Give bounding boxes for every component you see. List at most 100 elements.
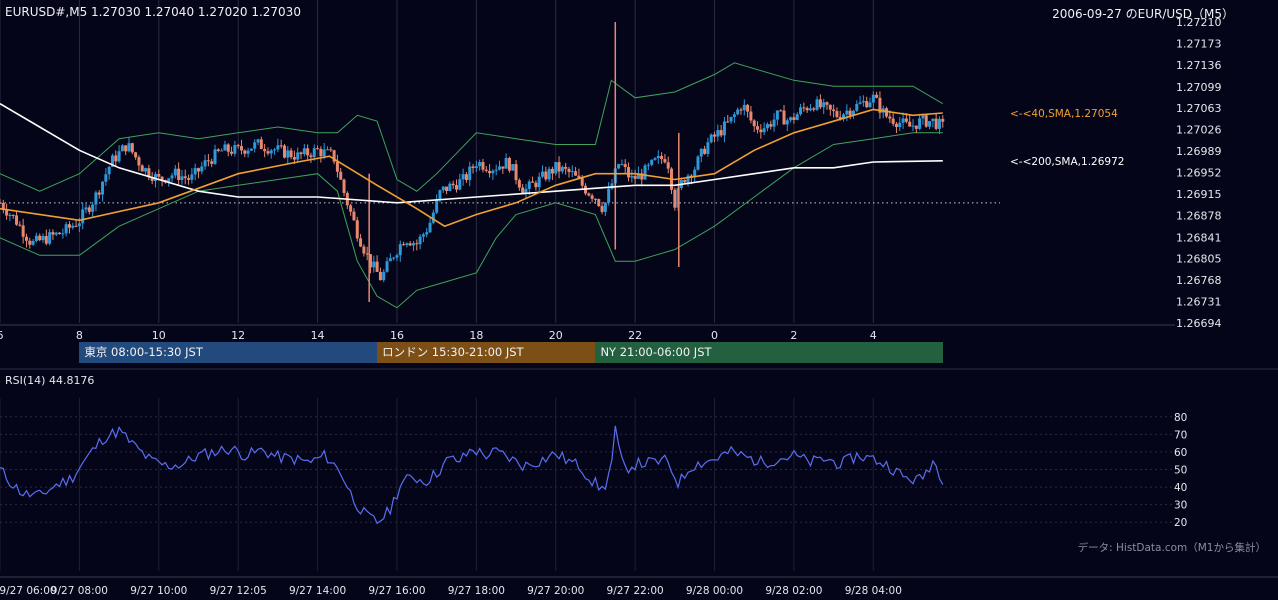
candle-body	[593, 198, 597, 200]
rsi-time-label: 9/27 20:00	[527, 585, 584, 597]
price-tick-label: 1.27063	[1176, 102, 1222, 115]
candle-body	[590, 195, 594, 199]
candle-body	[372, 261, 376, 268]
candle-body	[335, 161, 339, 172]
candle-body	[567, 168, 571, 172]
candle-body	[630, 175, 634, 178]
candle-body	[574, 171, 578, 176]
candle-body	[488, 170, 492, 174]
candle-body	[362, 246, 366, 254]
candle-body	[395, 255, 399, 258]
candle-body	[918, 118, 922, 129]
candle-body	[206, 160, 210, 162]
candle-body	[411, 243, 415, 246]
candle-body	[464, 174, 468, 181]
candle-body	[534, 182, 538, 188]
candle-body	[249, 148, 253, 151]
rsi-axis: 80 70 60 50 40 30 20	[1174, 412, 1187, 529]
candle-body	[365, 253, 369, 255]
price-grid	[0, 0, 1175, 326]
candle-body	[627, 167, 631, 178]
candle-body	[699, 148, 703, 157]
candle-body	[54, 232, 58, 235]
candle-body	[868, 102, 872, 108]
candle-body	[706, 142, 710, 154]
candle-body	[732, 114, 736, 117]
candle-body	[263, 149, 267, 152]
candle-body	[210, 161, 214, 164]
candle-body	[84, 207, 88, 210]
candle-body	[564, 166, 568, 169]
candle-body	[782, 110, 786, 125]
candle-body	[296, 152, 300, 160]
candle-body	[438, 190, 442, 200]
candle-body	[256, 139, 260, 143]
candle-body	[894, 123, 898, 128]
price-tick-label: 1.26805	[1176, 252, 1222, 265]
candle-body	[650, 159, 654, 165]
candle-body	[405, 243, 409, 246]
candle-body	[385, 261, 389, 272]
candle-body	[183, 176, 187, 179]
candle-body	[282, 145, 286, 158]
candle-body	[937, 118, 941, 129]
candle-body	[74, 225, 78, 227]
candle-body	[858, 102, 862, 104]
candle-body	[792, 117, 796, 120]
candle-body	[928, 121, 932, 127]
candle-body	[901, 118, 905, 123]
rsi-tick-label: 60	[1174, 447, 1187, 459]
candle-body	[673, 189, 677, 208]
candle-body	[808, 108, 812, 111]
candle-body	[425, 232, 429, 235]
candle-body	[560, 166, 564, 172]
candle-body	[91, 204, 95, 212]
rsi-label: RSI(14) 44.8176	[5, 374, 95, 387]
candle-body	[0, 202, 2, 204]
price-tick-label: 1.26768	[1176, 274, 1222, 287]
candle-body	[34, 235, 38, 241]
candle-body	[289, 150, 293, 158]
candle-body	[378, 271, 382, 281]
candle-body	[835, 111, 839, 117]
candle-body	[220, 150, 224, 152]
candle-body	[888, 116, 892, 119]
candle-body	[719, 130, 723, 136]
candle-body	[94, 192, 98, 205]
candle-body	[832, 109, 836, 112]
moving-averages	[0, 103, 943, 228]
candle-body	[312, 148, 316, 158]
candle-body	[729, 116, 733, 122]
candle-body	[104, 174, 108, 182]
candle-body	[911, 125, 915, 127]
rsi-time-label: 9/27 18:00	[448, 585, 505, 597]
candle-body	[243, 150, 247, 154]
candle-body	[517, 180, 521, 188]
candle-body	[173, 168, 177, 176]
candle-body	[279, 145, 283, 147]
candle-body	[848, 110, 852, 116]
time-tick-label: 6	[0, 329, 4, 342]
candle-body	[421, 234, 425, 237]
candle-body	[828, 104, 832, 110]
candle-body	[418, 236, 422, 245]
data-credit: データ: HistData.com（M1から集計）	[1077, 542, 1266, 554]
rsi-tick-label: 30	[1174, 500, 1187, 512]
candle-body	[319, 148, 323, 157]
candle-body	[24, 236, 28, 241]
rsi-tick-label: 80	[1174, 412, 1187, 424]
candle-body	[855, 103, 859, 111]
candle-body	[623, 164, 627, 168]
candle-body	[865, 101, 869, 108]
candle-body	[527, 181, 531, 189]
candle-body	[722, 121, 726, 136]
candle-body	[445, 186, 449, 192]
session-london: ロンドン 15:30-21:00 JST	[377, 342, 596, 363]
candle-body	[203, 160, 207, 167]
candle-body	[931, 118, 935, 122]
candle-body	[471, 166, 475, 168]
candle-body	[633, 175, 637, 179]
candle-body	[398, 244, 402, 256]
candle-body	[77, 223, 81, 227]
candle-body	[607, 188, 611, 203]
